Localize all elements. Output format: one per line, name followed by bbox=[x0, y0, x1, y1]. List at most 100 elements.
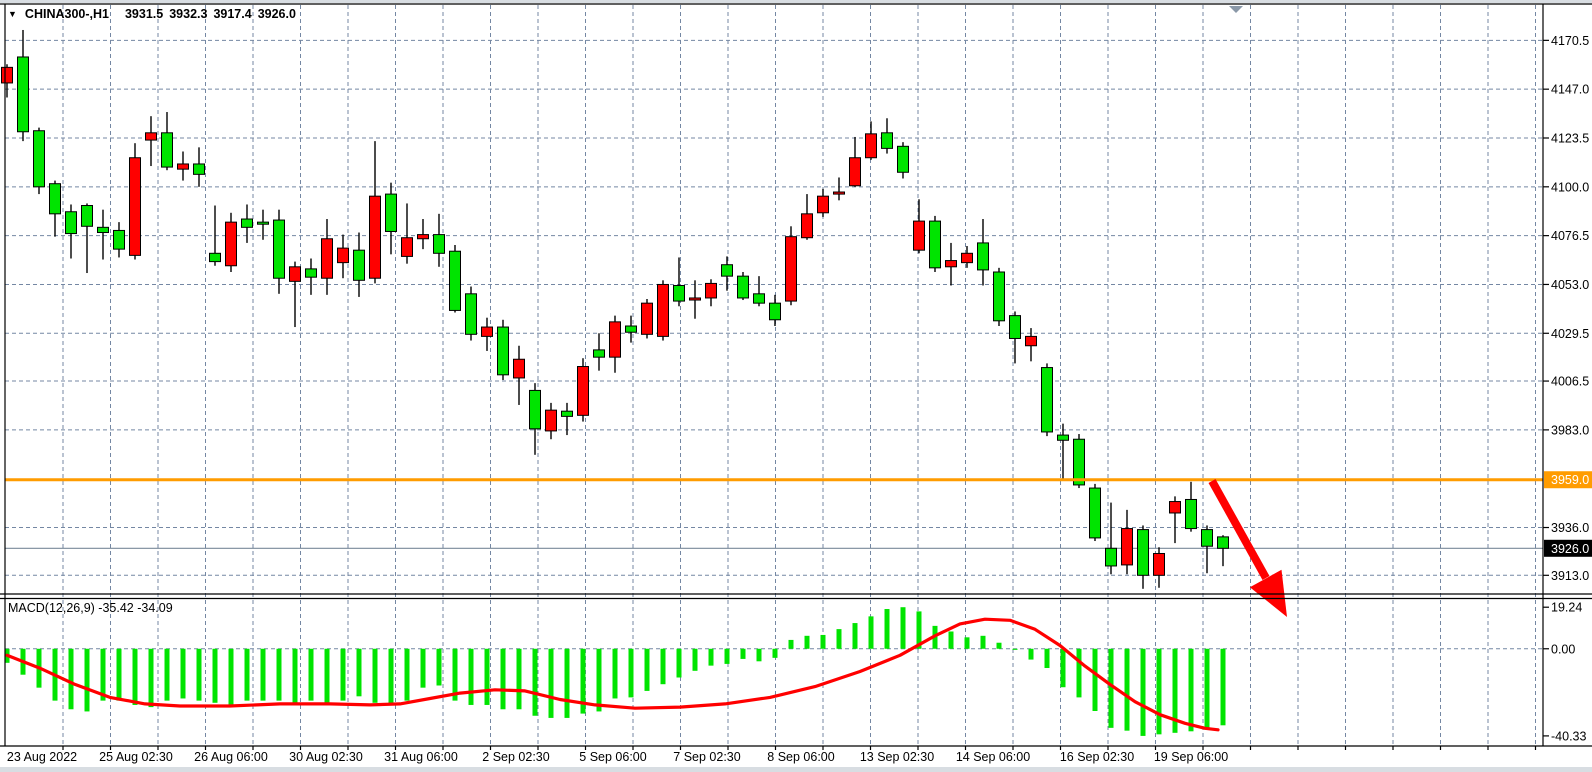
candle-up bbox=[1154, 553, 1165, 575]
macd-histogram-bar bbox=[341, 649, 346, 701]
window-bottom-edge bbox=[0, 767, 1592, 772]
candle-down bbox=[1010, 316, 1021, 339]
macd-histogram-bar bbox=[165, 649, 170, 701]
macd-histogram-bar bbox=[69, 649, 74, 709]
candle-up bbox=[786, 237, 797, 301]
candle-down bbox=[466, 294, 477, 335]
candle-up bbox=[850, 158, 861, 186]
macd-histogram-bar bbox=[213, 649, 218, 703]
macd-histogram-bar bbox=[1093, 649, 1098, 711]
macd-histogram-bar bbox=[501, 649, 506, 709]
macd-histogram-bar bbox=[629, 649, 634, 698]
candle-up bbox=[226, 222, 237, 266]
macd-histogram-bar bbox=[757, 649, 762, 662]
candle-down bbox=[114, 230, 125, 249]
price-axis[interactable]: 4170.54147.04123.54100.04076.54053.04029… bbox=[1543, 34, 1592, 744]
macd-histogram-bar bbox=[709, 649, 714, 666]
price-label: 4147.0 bbox=[1551, 83, 1589, 97]
candle-up bbox=[818, 196, 829, 213]
macd-histogram-bar bbox=[357, 649, 362, 697]
chart-shift-marker-icon bbox=[1229, 6, 1243, 13]
macd-histogram-bar bbox=[853, 623, 858, 649]
macd-histogram-bar bbox=[693, 649, 698, 671]
candle-down bbox=[674, 285, 685, 301]
macd-histogram-bar bbox=[1141, 649, 1146, 736]
macd-histogram-bar bbox=[469, 649, 474, 705]
candle-up bbox=[866, 134, 877, 158]
candle-down bbox=[1138, 530, 1149, 576]
price-label: 4170.5 bbox=[1551, 34, 1589, 48]
macd-histogram-bar bbox=[485, 649, 490, 705]
candle-down bbox=[626, 326, 637, 332]
macd-histogram-bar bbox=[1045, 649, 1050, 668]
candle-up bbox=[1170, 502, 1181, 513]
current-price-badge-text: 3926.0 bbox=[1551, 542, 1589, 556]
price-label: 3936.0 bbox=[1551, 521, 1589, 535]
macd-histogram-bar bbox=[117, 649, 122, 701]
macd-histogram-bar bbox=[965, 637, 970, 648]
symbol-timeframe-label: CHINA300-,H1 bbox=[25, 7, 109, 21]
macd-histogram-bar bbox=[325, 649, 330, 703]
candle-up bbox=[402, 238, 413, 257]
ohlc-high: 3932.3 bbox=[169, 7, 207, 21]
candlestick-plot[interactable] bbox=[2, 30, 1229, 589]
panel-separator[interactable] bbox=[0, 594, 1592, 599]
macd-histogram-bar bbox=[1205, 649, 1210, 730]
time-label: 23 Aug 2022 bbox=[7, 750, 77, 764]
macd-histogram-bar bbox=[805, 636, 810, 649]
macd-histogram-bar bbox=[293, 649, 298, 703]
candle-up bbox=[658, 284, 669, 336]
candle-up bbox=[914, 221, 925, 250]
price-label: 3983.0 bbox=[1551, 423, 1589, 437]
candle-down bbox=[66, 212, 77, 234]
time-label: 25 Aug 02:30 bbox=[99, 750, 173, 764]
time-label: 31 Aug 06:00 bbox=[384, 750, 458, 764]
candle-down bbox=[1186, 499, 1197, 528]
candle-up bbox=[706, 283, 717, 298]
price-label: 4053.0 bbox=[1551, 278, 1589, 292]
candle-down bbox=[754, 294, 765, 303]
candle-up bbox=[338, 248, 349, 263]
indicator-label: MACD(12,26,9) -35.42 -34.09 bbox=[8, 601, 173, 615]
macd-histogram-bar bbox=[229, 649, 234, 705]
macd-axis-label: 19.24 bbox=[1551, 601, 1582, 615]
candle-down bbox=[770, 303, 781, 320]
candle-down bbox=[498, 327, 509, 375]
candle-down bbox=[274, 220, 285, 278]
time-label: 7 Sep 02:30 bbox=[673, 750, 740, 764]
candle-down bbox=[242, 219, 253, 227]
time-label: 14 Sep 06:00 bbox=[956, 750, 1030, 764]
macd-histogram-bar bbox=[85, 649, 90, 712]
time-label: 26 Aug 06:00 bbox=[194, 750, 268, 764]
macd-histogram-bar bbox=[1221, 649, 1226, 726]
candle-up bbox=[946, 261, 957, 267]
macd-histogram-bar bbox=[773, 649, 778, 658]
macd-histogram-bar bbox=[261, 649, 266, 701]
macd-indicator-plot[interactable] bbox=[5, 607, 1226, 736]
candle-up bbox=[642, 303, 653, 334]
time-axis[interactable]: 23 Aug 202225 Aug 02:3026 Aug 06:0030 Au… bbox=[7, 746, 1536, 764]
candle-down bbox=[562, 411, 573, 416]
candle-up bbox=[418, 235, 429, 239]
candle-down bbox=[882, 133, 893, 149]
candle-down bbox=[1090, 488, 1101, 538]
macd-axis-label: 0.00 bbox=[1551, 642, 1575, 656]
candle-down bbox=[898, 146, 909, 172]
collapse-chart-icon[interactable]: ▼ bbox=[8, 9, 17, 19]
macd-histogram-bar bbox=[661, 649, 666, 684]
candle-down bbox=[50, 184, 61, 214]
ohlc-open: 3931.5 bbox=[125, 7, 163, 21]
candle-up bbox=[690, 298, 701, 300]
macd-histogram-bar bbox=[533, 649, 538, 716]
macd-histogram-bar bbox=[613, 649, 618, 699]
candle-down bbox=[930, 221, 941, 268]
candle-up bbox=[1026, 336, 1037, 345]
ohlc-low: 3917.4 bbox=[213, 7, 251, 21]
macd-histogram-bar bbox=[549, 649, 554, 718]
chart-canvas[interactable]: 4170.54147.04123.54100.04076.54053.04029… bbox=[0, 0, 1592, 772]
macd-histogram-bar bbox=[981, 636, 986, 649]
candle-down bbox=[34, 131, 45, 187]
candle-up bbox=[322, 239, 333, 278]
candle-up bbox=[610, 322, 621, 357]
candle-down bbox=[82, 206, 93, 227]
